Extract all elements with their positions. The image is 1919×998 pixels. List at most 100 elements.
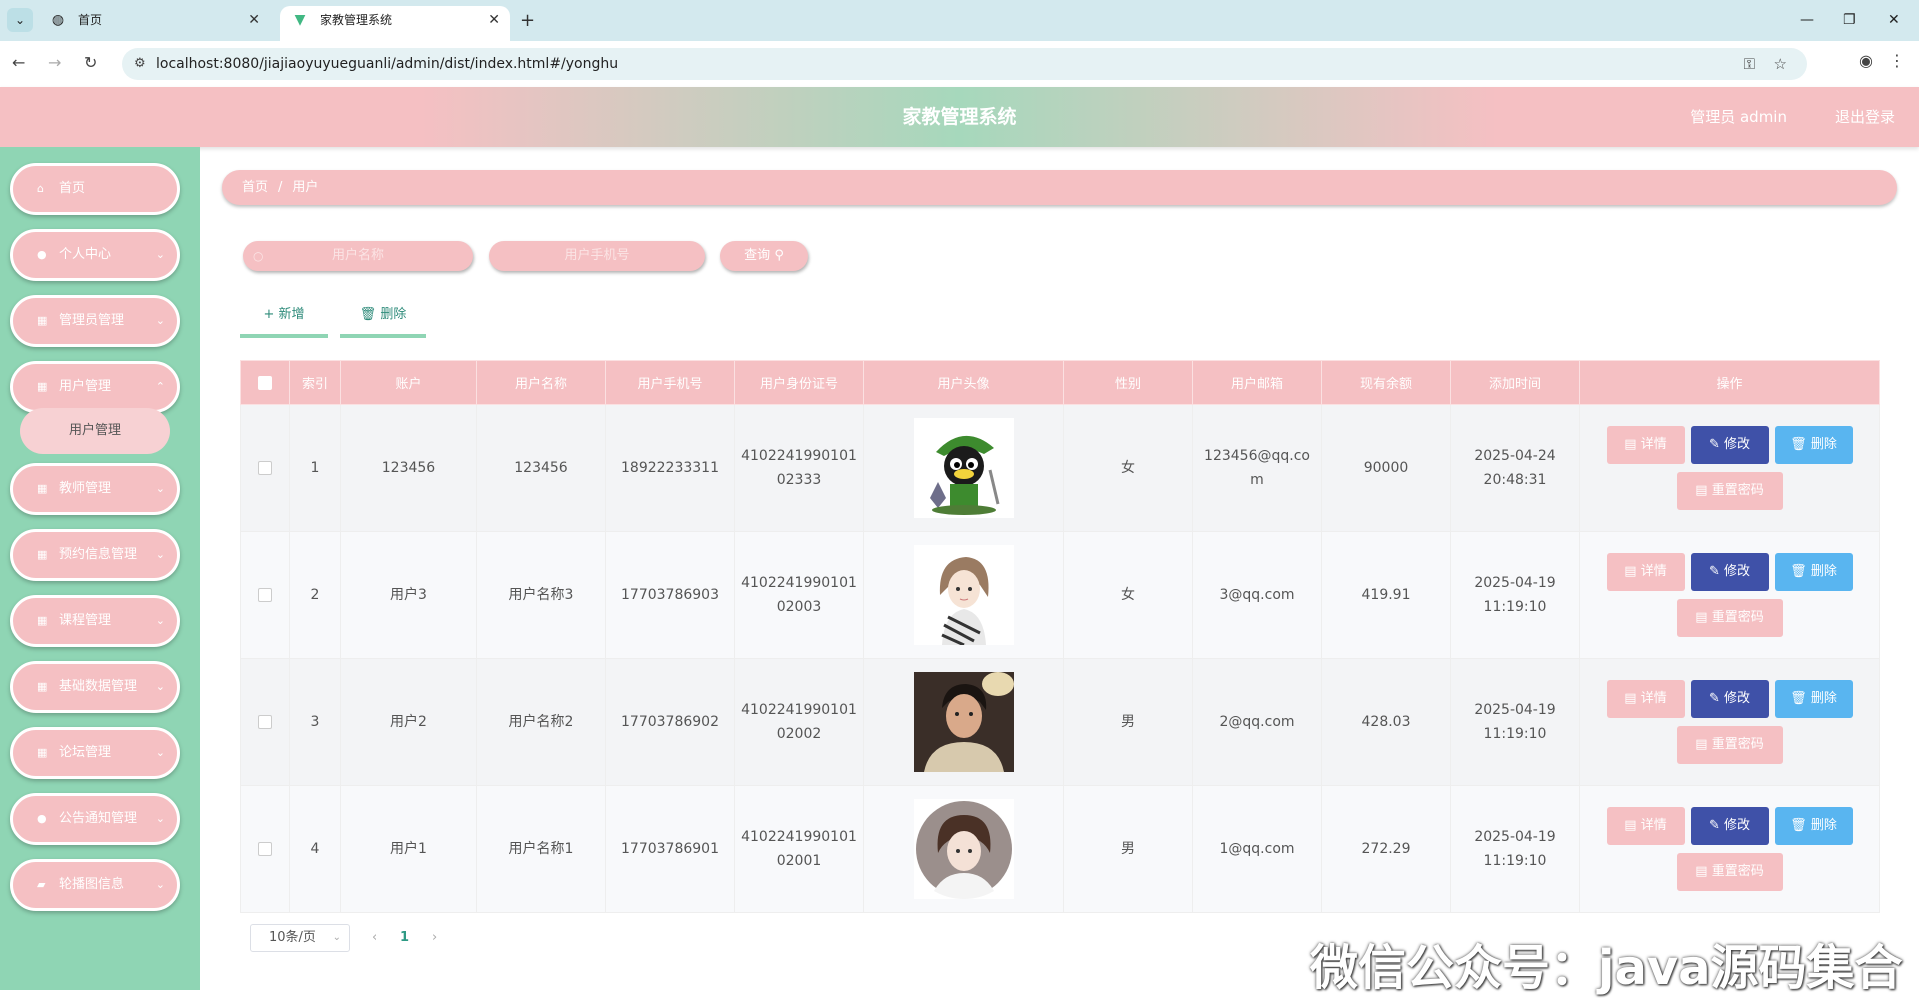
girl-round-avatar[interactable] <box>913 799 1014 899</box>
grid-icon: ▦ <box>37 614 48 627</box>
column-header: 操作 <box>1579 360 1880 405</box>
sidebar-item-label: 教师管理 <box>59 481 112 496</box>
row-checkbox[interactable] <box>258 461 272 475</box>
star-icon[interactable]: ☆ <box>1774 48 1787 80</box>
close-icon[interactable]: ✕ <box>248 6 260 35</box>
page-number[interactable]: 1 <box>400 928 409 948</box>
minimize-button[interactable]: — <box>1800 6 1814 35</box>
sidebar-item-admins[interactable]: ▦ 管理员管理 ⌄ <box>10 295 180 347</box>
home-icon: ⌂ <box>37 182 44 195</box>
delete-button[interactable]: 🗑 删除 <box>1774 426 1853 464</box>
cell-gender: 男 <box>1063 658 1193 786</box>
column-header[interactable]: 用户邮箱 <box>1192 360 1322 405</box>
menu-icon[interactable]: ⋮ <box>1889 51 1905 70</box>
column-header[interactable]: 添加时间 <box>1450 360 1580 405</box>
browser-tab-active[interactable]: ▼ 家教管理系统 ✕ <box>280 6 510 41</box>
logout-link[interactable]: 退出登录 <box>1835 87 1895 147</box>
breadcrumb-home[interactable]: 首页 <box>242 180 268 195</box>
app-title: 家教管理系统 <box>902 106 1017 128</box>
sidebar-item-bookings[interactable]: ▦ 预约信息管理 ⌄ <box>10 529 180 581</box>
edit-button[interactable]: ✎ 修改 <box>1690 426 1769 464</box>
row-select-cell[interactable] <box>240 531 290 659</box>
delete-button[interactable]: 🗑 删除 <box>1774 553 1853 591</box>
tab-search-button[interactable]: ⌄ <box>7 8 33 32</box>
edit-button[interactable]: ✎ 修改 <box>1690 553 1769 591</box>
next-page-button[interactable]: › <box>432 928 437 948</box>
forward-icon[interactable]: → <box>48 51 61 75</box>
detail-button[interactable]: ▤ 详情 <box>1606 807 1685 845</box>
search-name-input[interactable]: ○ 用户名称 <box>243 241 473 271</box>
delete-button[interactable]: 🗑 删除 <box>1774 807 1853 845</box>
sidebar-item-notices[interactable]: ● 公告通知管理 ⌄ <box>10 793 180 845</box>
key-icon[interactable]: ⚿ <box>1744 48 1755 80</box>
row-select-cell[interactable] <box>240 404 290 532</box>
back-icon[interactable]: ← <box>12 51 25 75</box>
edit-button[interactable]: ✎ 修改 <box>1690 807 1769 845</box>
reset-password-button[interactable]: ▤ 重置密码 <box>1676 726 1783 764</box>
profile-icon[interactable]: ◉ <box>1859 51 1873 70</box>
column-header[interactable]: 用户身份证号 <box>734 360 864 405</box>
boy-photo-avatar[interactable] <box>913 672 1014 772</box>
user-icon: ● <box>37 248 47 261</box>
row-select-cell[interactable] <box>240 658 290 786</box>
cell-id-card: 410224199010102001 <box>734 785 864 913</box>
sidebar-item-forum[interactable]: ▦ 论坛管理 ⌄ <box>10 727 180 779</box>
site-info-icon[interactable]: ⚙ <box>134 48 146 80</box>
row-select-cell[interactable] <box>240 785 290 913</box>
cell-avatar <box>863 404 1064 532</box>
close-icon[interactable]: ✕ <box>488 6 500 35</box>
delete-label: 删除 <box>1810 691 1837 706</box>
url-field[interactable]: ⚙ localhost:8080/jiajiaoyuyueguanli/admi… <box>122 48 1807 80</box>
sidebar-item-courses[interactable]: ▦ 课程管理 ⌄ <box>10 595 180 647</box>
batch-delete-button[interactable]: 🗑 删除 <box>340 298 426 338</box>
column-header[interactable]: 性别 <box>1063 360 1193 405</box>
reload-icon[interactable]: ↻ <box>84 51 97 75</box>
chevron-down-icon: ⌄ <box>155 746 165 759</box>
column-header[interactable]: 现有余额 <box>1321 360 1451 405</box>
sidebar-item-basedata[interactable]: ▦ 基础数据管理 ⌄ <box>10 661 180 713</box>
sidebar-subitem-users[interactable]: 用户管理 <box>20 408 170 454</box>
add-button[interactable]: + 新增 <box>240 298 328 338</box>
column-header[interactable]: 用户手机号 <box>605 360 735 405</box>
browser-tab-home[interactable]: ◍ 首页 ✕ <box>38 6 270 41</box>
detail-button[interactable]: ▤ 详情 <box>1606 553 1685 591</box>
reset-password-button[interactable]: ▤ 重置密码 <box>1676 472 1783 510</box>
row-checkbox[interactable] <box>258 715 272 729</box>
close-window-button[interactable]: ✕ <box>1888 6 1900 35</box>
row-checkbox[interactable] <box>258 842 272 856</box>
new-tab-button[interactable]: + <box>520 6 535 35</box>
select-all-checkbox[interactable] <box>258 375 272 390</box>
select-all-cell[interactable] <box>240 360 290 405</box>
girl-sketch-avatar[interactable] <box>913 545 1014 645</box>
cell-phone: 17703786902 <box>605 658 735 786</box>
restore-button[interactable]: ❐ <box>1843 6 1856 35</box>
cell-account: 用户1 <box>340 785 477 913</box>
cartoon-character-avatar[interactable] <box>913 418 1014 518</box>
column-header[interactable]: 用户名称 <box>476 360 606 405</box>
prev-page-button[interactable]: ‹ <box>372 928 377 948</box>
edit-button[interactable]: ✎ 修改 <box>1690 680 1769 718</box>
cell-balance: 90000 <box>1321 404 1451 532</box>
sidebar-item-profile[interactable]: ● 个人中心 ⌄ <box>10 229 180 281</box>
sidebar-item-teachers[interactable]: ▦ 教师管理 ⌄ <box>10 463 180 515</box>
detail-button[interactable]: ▤ 详情 <box>1606 426 1685 464</box>
cell-balance: 428.03 <box>1321 658 1451 786</box>
cell-email: 123456@qq.com <box>1192 404 1322 532</box>
user-icon: ● <box>37 812 47 825</box>
cell-name: 用户名称3 <box>476 531 606 659</box>
reset-password-button[interactable]: ▤ 重置密码 <box>1676 599 1783 637</box>
detail-button[interactable]: ▤ 详情 <box>1606 680 1685 718</box>
address-bar-row: ← → ↻ ⚙ localhost:8080/jiajiaoyuyueguanl… <box>0 41 1919 87</box>
query-button[interactable]: 查询 ⚲ <box>720 241 808 271</box>
row-checkbox[interactable] <box>258 588 272 602</box>
sidebar-item-home[interactable]: ⌂ 首页 <box>10 163 180 215</box>
table-row: 1 123456 123456 18922233311 410224199010… <box>240 404 1880 532</box>
page-size-select[interactable]: 10条/页 ⌄ <box>250 924 350 952</box>
search-phone-input[interactable]: 用户手机号 <box>489 241 705 271</box>
delete-button[interactable]: 🗑 删除 <box>1774 680 1853 718</box>
sidebar-item-carousel[interactable]: ▰ 轮播图信息 ⌄ <box>10 859 180 911</box>
reset-password-button[interactable]: ▤ 重置密码 <box>1676 853 1783 891</box>
sidebar-item-users[interactable]: ▦ 用户管理 ⌃ <box>10 361 180 413</box>
column-header[interactable]: 账户 <box>340 360 477 405</box>
globe-icon: ◍ <box>51 12 65 28</box>
